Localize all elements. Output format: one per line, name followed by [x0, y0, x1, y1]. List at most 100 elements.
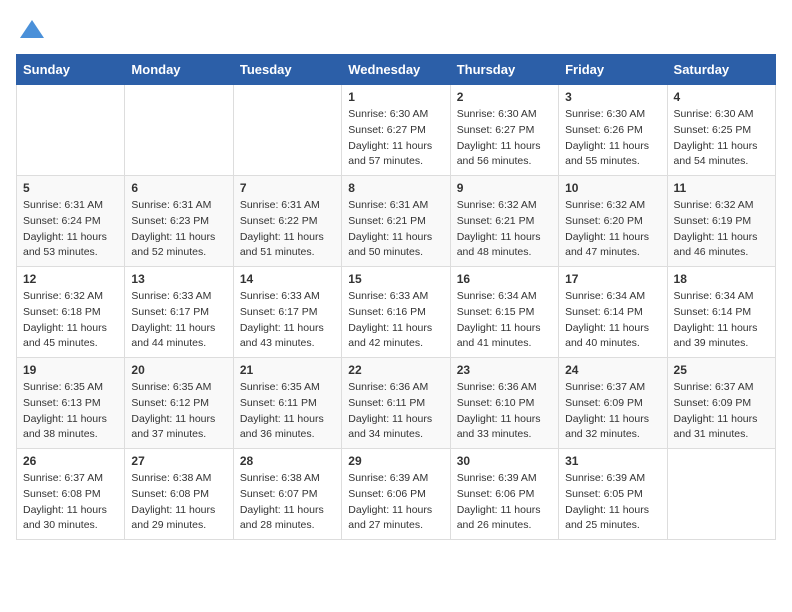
day-of-week-header: Wednesday	[342, 55, 450, 85]
day-info-line: Daylight: 11 hours and 55 minutes.	[565, 139, 660, 171]
day-info-line: Sunset: 6:11 PM	[348, 396, 443, 412]
day-info-line: Sunrise: 6:34 AM	[565, 289, 660, 305]
calendar-day-cell: 11Sunrise: 6:32 AMSunset: 6:19 PMDayligh…	[667, 176, 775, 267]
day-info-line: Sunrise: 6:31 AM	[348, 198, 443, 214]
day-number: 7	[240, 181, 335, 195]
day-info-line: Sunset: 6:17 PM	[131, 305, 226, 321]
day-info-line: Sunset: 6:08 PM	[23, 487, 118, 503]
day-info-line: Sunset: 6:22 PM	[240, 214, 335, 230]
day-info-line: Daylight: 11 hours and 42 minutes.	[348, 321, 443, 353]
day-number: 6	[131, 181, 226, 195]
calendar-week-row: 26Sunrise: 6:37 AMSunset: 6:08 PMDayligh…	[17, 449, 776, 540]
calendar-day-cell: 24Sunrise: 6:37 AMSunset: 6:09 PMDayligh…	[559, 358, 667, 449]
calendar-header-row: SundayMondayTuesdayWednesdayThursdayFrid…	[17, 55, 776, 85]
day-info-line: Sunrise: 6:38 AM	[131, 471, 226, 487]
day-info-line: Daylight: 11 hours and 54 minutes.	[674, 139, 769, 171]
day-info-line: Sunset: 6:06 PM	[348, 487, 443, 503]
logo-icon	[18, 16, 46, 44]
calendar-day-cell: 7 Sunrise: 6:31 AMSunset: 6:22 PMDaylight…	[233, 176, 341, 267]
day-info-line: Sunrise: 6:31 AM	[23, 198, 118, 214]
day-info-line: Sunrise: 6:33 AM	[240, 289, 335, 305]
day-info-line: Sunset: 6:26 PM	[565, 123, 660, 139]
calendar-day-cell: 17Sunrise: 6:34 AMSunset: 6:14 PMDayligh…	[559, 267, 667, 358]
day-info-line: Sunset: 6:09 PM	[565, 396, 660, 412]
calendar-day-cell: 22Sunrise: 6:36 AMSunset: 6:11 PMDayligh…	[342, 358, 450, 449]
day-info-line: Daylight: 11 hours and 51 minutes.	[240, 230, 335, 262]
day-info-line: Sunset: 6:21 PM	[348, 214, 443, 230]
day-info-line: Sunset: 6:27 PM	[348, 123, 443, 139]
day-info-line: Sunrise: 6:31 AM	[240, 198, 335, 214]
calendar-week-row: 19Sunrise: 6:35 AMSunset: 6:13 PMDayligh…	[17, 358, 776, 449]
calendar-day-cell: 31Sunrise: 6:39 AMSunset: 6:05 PMDayligh…	[559, 449, 667, 540]
day-info-line: Sunrise: 6:35 AM	[240, 380, 335, 396]
day-info-line: Sunrise: 6:33 AM	[131, 289, 226, 305]
day-number: 31	[565, 454, 660, 468]
day-info-line: Daylight: 11 hours and 26 minutes.	[457, 503, 552, 535]
calendar-day-cell	[17, 85, 125, 176]
day-number: 21	[240, 363, 335, 377]
day-info-line: Sunrise: 6:32 AM	[457, 198, 552, 214]
day-info-line: Daylight: 11 hours and 44 minutes.	[131, 321, 226, 353]
day-number: 13	[131, 272, 226, 286]
day-info-line: Sunrise: 6:32 AM	[674, 198, 769, 214]
day-info-line: Sunset: 6:15 PM	[457, 305, 552, 321]
day-of-week-header: Thursday	[450, 55, 558, 85]
page-header	[16, 16, 776, 44]
day-info-line: Sunset: 6:14 PM	[674, 305, 769, 321]
calendar-day-cell: 29Sunrise: 6:39 AMSunset: 6:06 PMDayligh…	[342, 449, 450, 540]
day-number: 12	[23, 272, 118, 286]
day-info-line: Daylight: 11 hours and 52 minutes.	[131, 230, 226, 262]
calendar-day-cell: 6Sunrise: 6:31 AMSunset: 6:23 PMDaylight…	[125, 176, 233, 267]
calendar-day-cell: 21Sunrise: 6:35 AMSunset: 6:11 PMDayligh…	[233, 358, 341, 449]
calendar-day-cell	[667, 449, 775, 540]
day-info-line: Sunrise: 6:37 AM	[674, 380, 769, 396]
day-info-line: Daylight: 11 hours and 30 minutes.	[23, 503, 118, 535]
day-number: 23	[457, 363, 552, 377]
day-number: 4	[674, 90, 769, 104]
day-info-line: Daylight: 11 hours and 48 minutes.	[457, 230, 552, 262]
day-info-line: Sunrise: 6:39 AM	[457, 471, 552, 487]
day-info-line: Daylight: 11 hours and 31 minutes.	[674, 412, 769, 444]
day-number: 2	[457, 90, 552, 104]
calendar-day-cell: 1Sunrise: 6:30 AMSunset: 6:27 PMDaylight…	[342, 85, 450, 176]
logo	[16, 16, 46, 44]
day-info-line: Sunset: 6:08 PM	[131, 487, 226, 503]
day-info-line: Daylight: 11 hours and 45 minutes.	[23, 321, 118, 353]
day-info-line: Sunrise: 6:35 AM	[131, 380, 226, 396]
day-info-line: Daylight: 11 hours and 32 minutes.	[565, 412, 660, 444]
day-number: 24	[565, 363, 660, 377]
day-info-line: Sunrise: 6:30 AM	[565, 107, 660, 123]
day-info-line: Sunrise: 6:33 AM	[348, 289, 443, 305]
calendar-day-cell: 9Sunrise: 6:32 AMSunset: 6:21 PMDaylight…	[450, 176, 558, 267]
day-number: 10	[565, 181, 660, 195]
day-info-line: Sunset: 6:10 PM	[457, 396, 552, 412]
calendar-day-cell: 8Sunrise: 6:31 AMSunset: 6:21 PMDaylight…	[342, 176, 450, 267]
day-of-week-header: Monday	[125, 55, 233, 85]
day-info-line: Sunrise: 6:35 AM	[23, 380, 118, 396]
day-number: 3	[565, 90, 660, 104]
day-info-line: Daylight: 11 hours and 25 minutes.	[565, 503, 660, 535]
day-info-line: Sunrise: 6:34 AM	[674, 289, 769, 305]
day-info-line: Daylight: 11 hours and 40 minutes.	[565, 321, 660, 353]
day-info-line: Sunset: 6:12 PM	[131, 396, 226, 412]
day-info-line: Daylight: 11 hours and 53 minutes.	[23, 230, 118, 262]
calendar-day-cell: 30Sunrise: 6:39 AMSunset: 6:06 PMDayligh…	[450, 449, 558, 540]
day-info-line: Daylight: 11 hours and 39 minutes.	[674, 321, 769, 353]
day-info-line: Sunset: 6:19 PM	[674, 214, 769, 230]
day-number: 26	[23, 454, 118, 468]
day-info-line: Sunset: 6:27 PM	[457, 123, 552, 139]
calendar-table: SundayMondayTuesdayWednesdayThursdayFrid…	[16, 54, 776, 540]
day-of-week-header: Saturday	[667, 55, 775, 85]
day-info-line: Sunrise: 6:39 AM	[565, 471, 660, 487]
day-number: 22	[348, 363, 443, 377]
day-info-line: Daylight: 11 hours and 28 minutes.	[240, 503, 335, 535]
calendar-day-cell: 2Sunrise: 6:30 AMSunset: 6:27 PMDaylight…	[450, 85, 558, 176]
calendar-day-cell: 5Sunrise: 6:31 AMSunset: 6:24 PMDaylight…	[17, 176, 125, 267]
day-info-line: Daylight: 11 hours and 29 minutes.	[131, 503, 226, 535]
day-info-line: Daylight: 11 hours and 43 minutes.	[240, 321, 335, 353]
day-info-line: Sunrise: 6:31 AM	[131, 198, 226, 214]
day-number: 30	[457, 454, 552, 468]
calendar-day-cell: 19Sunrise: 6:35 AMSunset: 6:13 PMDayligh…	[17, 358, 125, 449]
day-info-line: Daylight: 11 hours and 36 minutes.	[240, 412, 335, 444]
calendar-week-row: 12Sunrise: 6:32 AMSunset: 6:18 PMDayligh…	[17, 267, 776, 358]
